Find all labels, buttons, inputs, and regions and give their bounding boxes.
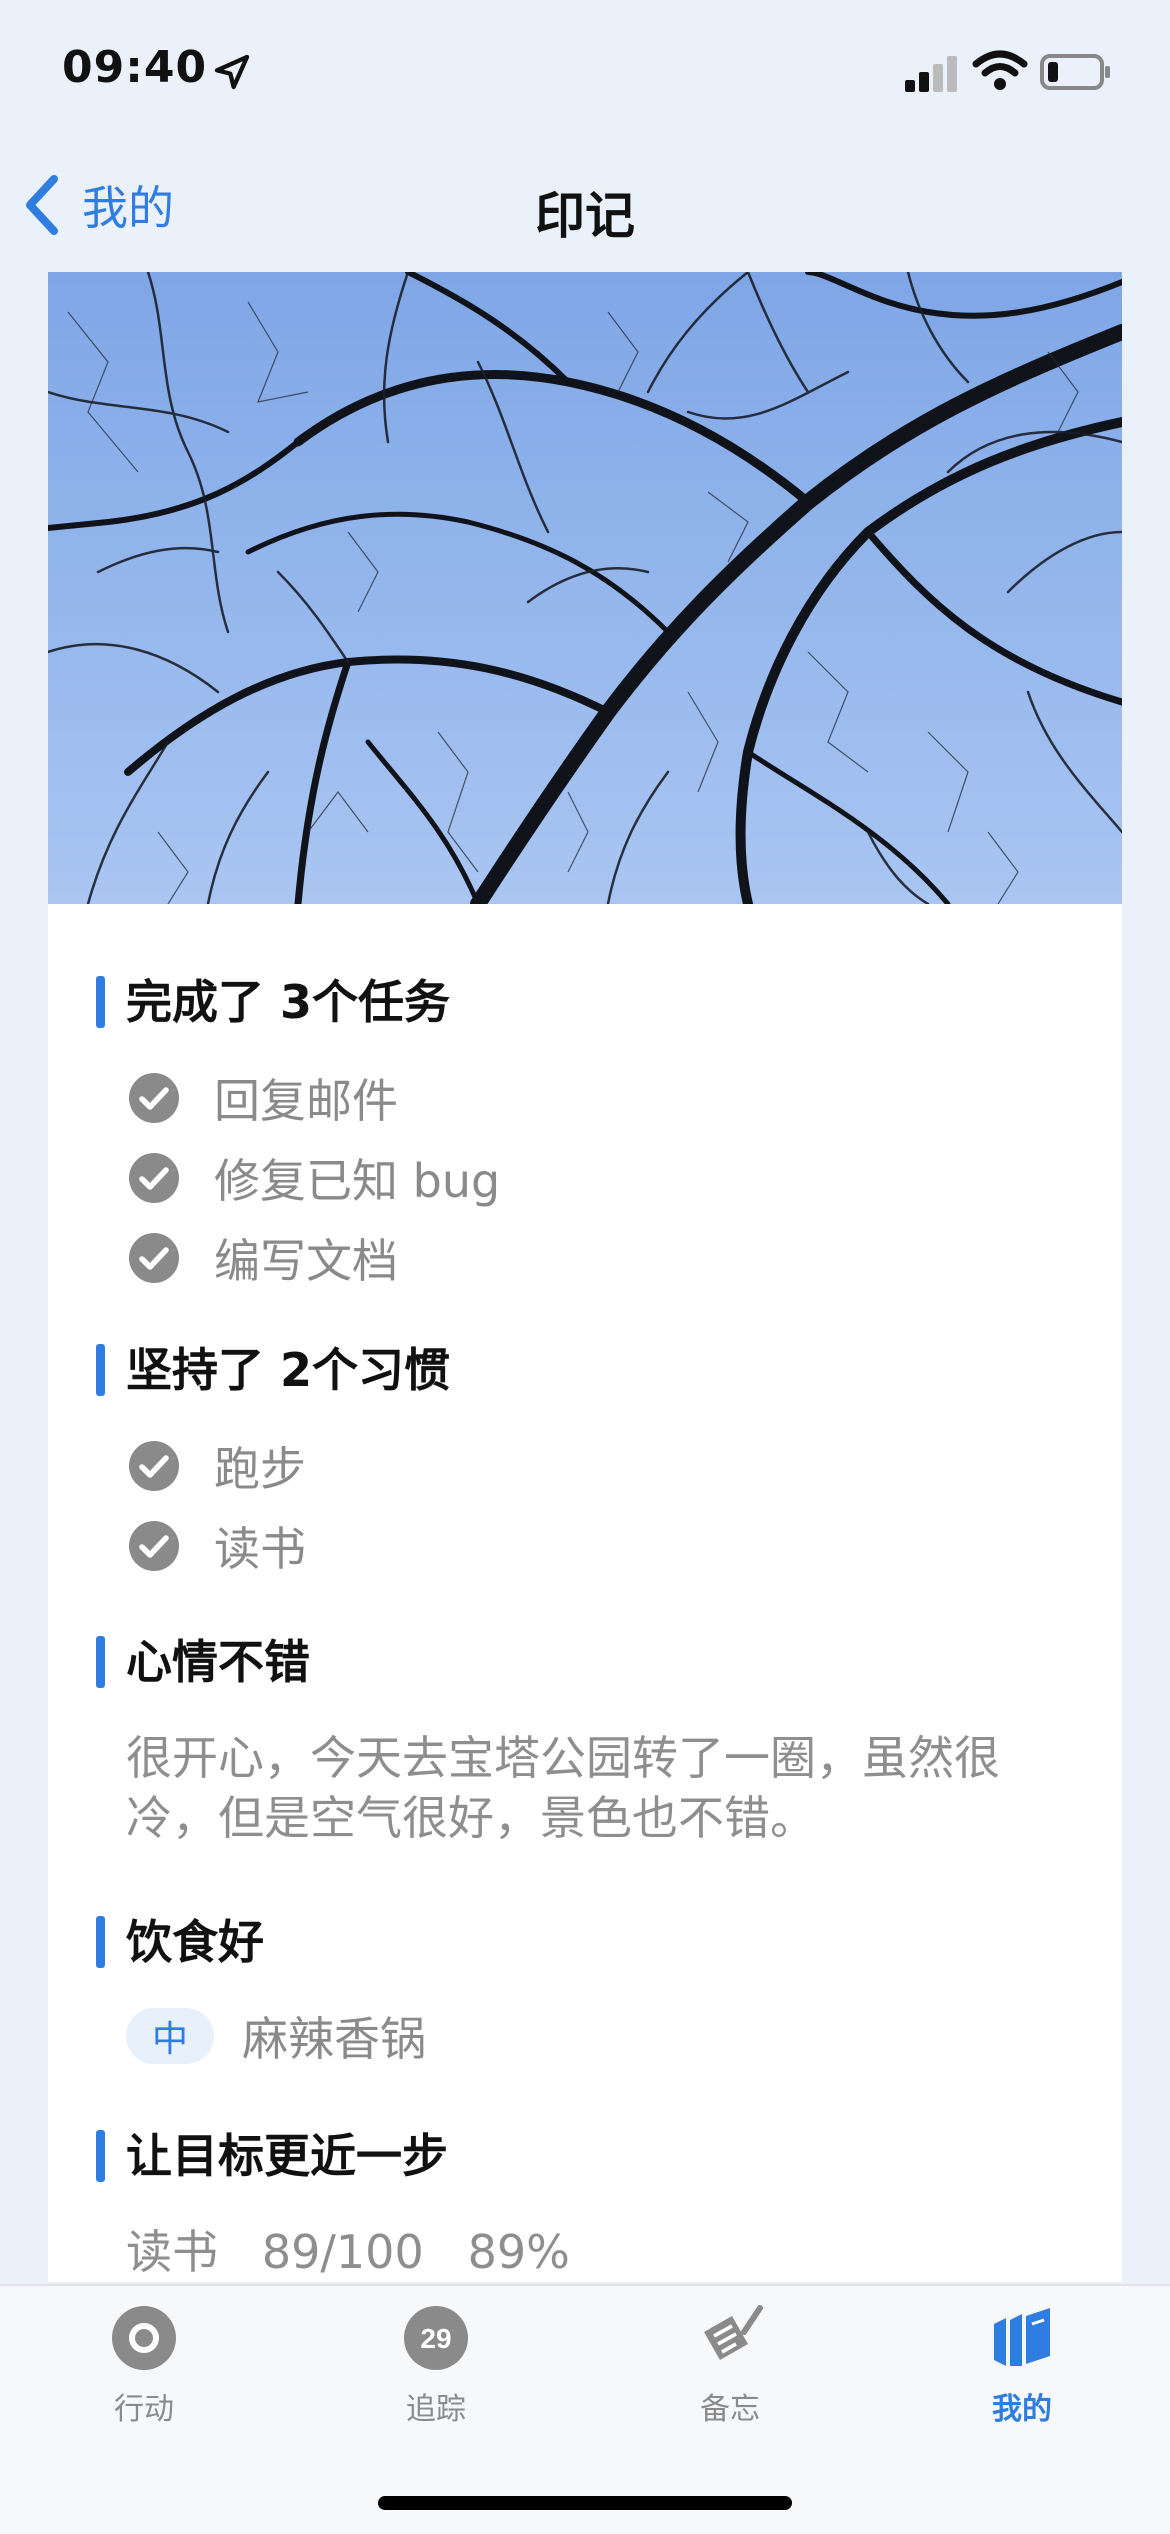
- section-accent-bar: [96, 976, 105, 1028]
- tab-label: 我的: [992, 2392, 1052, 2427]
- habits-section-title: 坚持了 2个习惯: [96, 1340, 450, 1400]
- habits-title-text: 坚持了 2个习惯: [126, 1343, 451, 1397]
- tab-label: 追踪: [406, 2392, 466, 2427]
- section-accent-bar: [96, 1344, 105, 1396]
- mood-title-text: 心情不错: [126, 1635, 310, 1689]
- location-arrow-icon: [214, 54, 250, 90]
- goal-progress-text: 89/100: [261, 2225, 424, 2279]
- cellular-signal-icon: [905, 56, 957, 92]
- goal-progress-row[interactable]: 读书 89/100 89%: [126, 2216, 570, 2282]
- tab-action[interactable]: 行动: [44, 2304, 244, 2428]
- check-circle-icon: [129, 1073, 179, 1123]
- goal-section-title: 让目标更近一步: [96, 2126, 448, 2186]
- tasks-section-title: 完成了 3个任务: [96, 972, 450, 1032]
- habit-item[interactable]: 跑步: [128, 1434, 306, 1498]
- mood-note: 很开心，今天去宝塔公园转了一圈，虽然很冷，但是空气很好，景色也不错。: [126, 1731, 1000, 1845]
- section-accent-bar: [96, 1916, 105, 1968]
- task-label: 修复已知 bug: [214, 1154, 501, 1208]
- task-label: 回复邮件: [214, 1074, 398, 1128]
- tab-memo[interactable]: 备忘: [630, 2304, 830, 2428]
- task-item[interactable]: 编写文档: [128, 1226, 398, 1290]
- tab-mine[interactable]: 我的: [922, 2304, 1122, 2428]
- meal-level-badge: 中: [126, 2008, 214, 2064]
- mood-section-title: 心情不错: [96, 1632, 310, 1692]
- task-item[interactable]: 修复已知 bug: [128, 1146, 500, 1210]
- tab-tracking[interactable]: 29 追踪: [336, 2304, 536, 2428]
- habit-label: 读书: [214, 1522, 306, 1576]
- habit-item[interactable]: 读书: [128, 1514, 306, 1578]
- section-accent-bar: [96, 1636, 105, 1688]
- task-item[interactable]: 回复邮件: [128, 1066, 398, 1130]
- food-title-text: 饮食好: [126, 1915, 264, 1969]
- task-label: 编写文档: [214, 1234, 398, 1288]
- books-icon: [994, 2308, 1050, 2366]
- dish-label: 麻辣香锅: [242, 2012, 426, 2066]
- habit-label: 跑步: [214, 1442, 306, 1496]
- status-time: 09:40: [62, 42, 208, 93]
- check-circle-icon: [129, 1521, 179, 1571]
- home-indicator[interactable]: [378, 2496, 792, 2510]
- tab-label: 行动: [114, 2392, 174, 2427]
- food-item[interactable]: 中 麻辣香锅: [126, 2004, 426, 2068]
- target-icon: [112, 2306, 176, 2370]
- goal-percent-text: 89%: [467, 2225, 570, 2279]
- battery-icon: [1040, 54, 1110, 90]
- goal-name: 读书: [126, 2225, 218, 2279]
- note-pencil-icon: [704, 2305, 763, 2360]
- goal-title-text: 让目标更近一步: [126, 2129, 448, 2183]
- calendar-badge-icon: 29: [404, 2306, 468, 2370]
- tab-label: 备忘: [700, 2392, 760, 2427]
- check-circle-icon: [129, 1441, 179, 1491]
- tracking-badge-number: 29: [420, 2323, 451, 2354]
- food-section-title: 饮食好: [96, 1912, 264, 1972]
- check-circle-icon: [129, 1233, 179, 1283]
- check-circle-icon: [129, 1153, 179, 1203]
- wifi-icon: [972, 50, 1028, 90]
- tasks-title-text: 完成了 3个任务: [126, 975, 451, 1029]
- tree-branches-photo: [48, 272, 1122, 904]
- section-accent-bar: [96, 2130, 105, 2182]
- journal-card: 完成了 3个任务 回复邮件 修复已知 bug 编写文档 坚持了 2个习惯 跑步: [48, 272, 1122, 2282]
- status-bar: 09:40: [0, 0, 1170, 150]
- page-title: 印记: [535, 187, 635, 245]
